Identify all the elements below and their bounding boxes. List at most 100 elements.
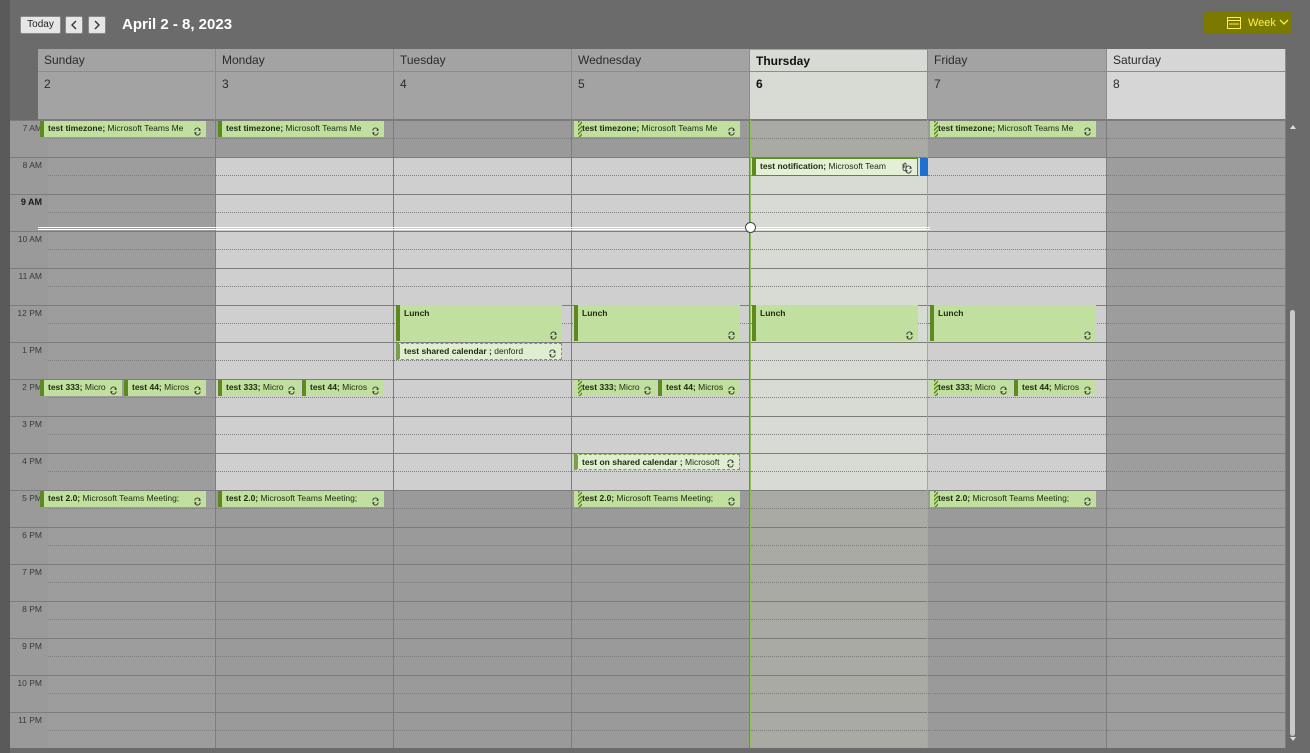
event-e333[interactable]: test 333; Micro [930,380,1012,396]
event-timezone[interactable]: test timezone; Microsoft Teams Me [930,121,1096,137]
recurring-icon [728,331,735,340]
day-column-tuesday[interactable] [394,120,572,748]
event-e20[interactable]: test 2.0; Microsoft Teams Meeting; [40,491,206,507]
day-column-wednesday[interactable] [572,120,750,748]
gutter-hour-line [10,268,48,269]
event-e333[interactable]: test 333; Micro [40,380,122,396]
day-number-8[interactable]: 8 [1107,72,1286,120]
scroll-down-icon[interactable] [1289,735,1297,743]
day-column-sunday[interactable] [38,120,216,748]
day-column-friday[interactable] [928,120,1107,748]
hour-line [751,675,927,676]
day-number-2[interactable]: 2 [38,72,216,120]
scroll-up-icon[interactable] [1289,123,1297,131]
hour-line [572,675,749,676]
hour-line [394,268,571,269]
half-hour-line [928,619,1106,620]
half-hour-line [751,397,927,398]
event-e44[interactable]: test 44; Micros [1014,380,1096,396]
hour-line [394,564,571,565]
vertical-scrollbar[interactable] [1286,120,1300,748]
half-hour-line [751,656,927,657]
day-number-5[interactable]: 5 [572,72,750,120]
event-e20[interactable]: test 2.0; Microsoft Teams Meeting; [930,491,1096,507]
event-lunch[interactable]: Lunch [574,305,740,341]
half-hour-line [572,434,749,435]
chevron-right-icon [94,20,100,30]
event-e333[interactable]: test 333; Micro [218,380,300,396]
event-timezone[interactable]: test timezone; Microsoft Teams Me [574,121,740,137]
half-hour-line [38,656,215,657]
day-number-6[interactable]: 6 [750,72,928,120]
event-e20[interactable]: test 2.0; Microsoft Teams Meeting; [218,491,384,507]
selected-event-indicator [920,158,928,176]
day-header-monday[interactable]: Monday [216,49,394,72]
event-detail: Microsoft Teams Meeting; [614,493,714,503]
view-switcher-button[interactable]: Week [1204,12,1292,34]
scrollbar-thumb[interactable] [1290,310,1295,736]
event-lunch[interactable]: Lunch [752,305,918,341]
half-hour-line [751,286,927,287]
event-e333[interactable]: test 333; Micro [574,380,656,396]
event-title: test notification; [760,161,827,171]
hour-line [572,268,749,269]
recurring-icon [194,386,201,395]
day-number-7[interactable]: 7 [928,72,1107,120]
event-e44[interactable]: test 44; Micros [302,380,384,396]
day-column-saturday[interactable] [1107,120,1286,748]
day-number-3[interactable]: 3 [216,72,394,120]
half-hour-line [38,545,215,546]
half-hour-line [38,730,215,731]
hour-line [394,231,571,232]
day-column-monday[interactable] [216,120,394,748]
day-number-4[interactable]: 4 [394,72,572,120]
event-e44[interactable]: test 44; Micros [124,380,206,396]
recurring-icon [728,386,735,395]
hour-line [928,638,1106,639]
hour-line [572,342,749,343]
event-title: test 44; [1022,382,1052,392]
recurring-icon [1084,331,1091,340]
gutter-hour-line [10,342,48,343]
event-timezone[interactable]: test timezone; Microsoft Teams Me [218,121,384,137]
day-header-tuesday[interactable]: Tuesday [394,49,572,72]
day-header-thursday[interactable]: Thursday [750,49,928,72]
hour-line [38,601,215,602]
recurring-icon [372,127,379,136]
hour-line [751,490,927,491]
event-title: Lunch [760,308,786,318]
hour-line [394,675,571,676]
event-lunch[interactable]: Lunch [930,305,1096,341]
event-lunch[interactable]: Lunch [396,305,562,341]
hour-line [572,231,749,232]
event-detail: Micro [616,382,640,392]
event-notification[interactable]: test notification; Microsoft Team [752,158,918,176]
half-hour-line [216,656,393,657]
recurring-icon [728,497,735,506]
gutter-hour-line [10,157,48,158]
hour-line [38,712,215,713]
event-e20[interactable]: test 2.0; Microsoft Teams Meeting; [574,491,740,507]
event-title: test timezone; [582,123,640,133]
event-e44[interactable]: test 44; Micros [658,380,740,396]
event-on-shared[interactable]: test on shared calendar ; Microsoft [574,454,740,470]
hour-line [751,564,927,565]
half-hour-line [928,656,1106,657]
hour-line [394,490,571,491]
calendar-week-icon [1227,17,1241,29]
today-button[interactable]: Today [20,16,61,34]
day-header-friday[interactable]: Friday [928,49,1107,72]
next-week-button[interactable] [88,16,106,34]
half-hour-line [1107,249,1285,250]
half-hour-line [38,693,215,694]
day-header-saturday[interactable]: Saturday [1107,49,1286,72]
event-timezone[interactable]: test timezone; Microsoft Teams Me [40,121,206,137]
event-shared[interactable]: test shared calendar ; denford [396,343,562,360]
day-header-wednesday[interactable]: Wednesday [572,49,750,72]
day-header-sunday[interactable]: Sunday [38,49,216,72]
previous-week-button[interactable] [65,16,83,34]
hour-line [216,712,393,713]
half-hour-line [216,286,393,287]
time-label: 8 PM [22,604,42,614]
day-column-thursday[interactable] [750,120,928,748]
